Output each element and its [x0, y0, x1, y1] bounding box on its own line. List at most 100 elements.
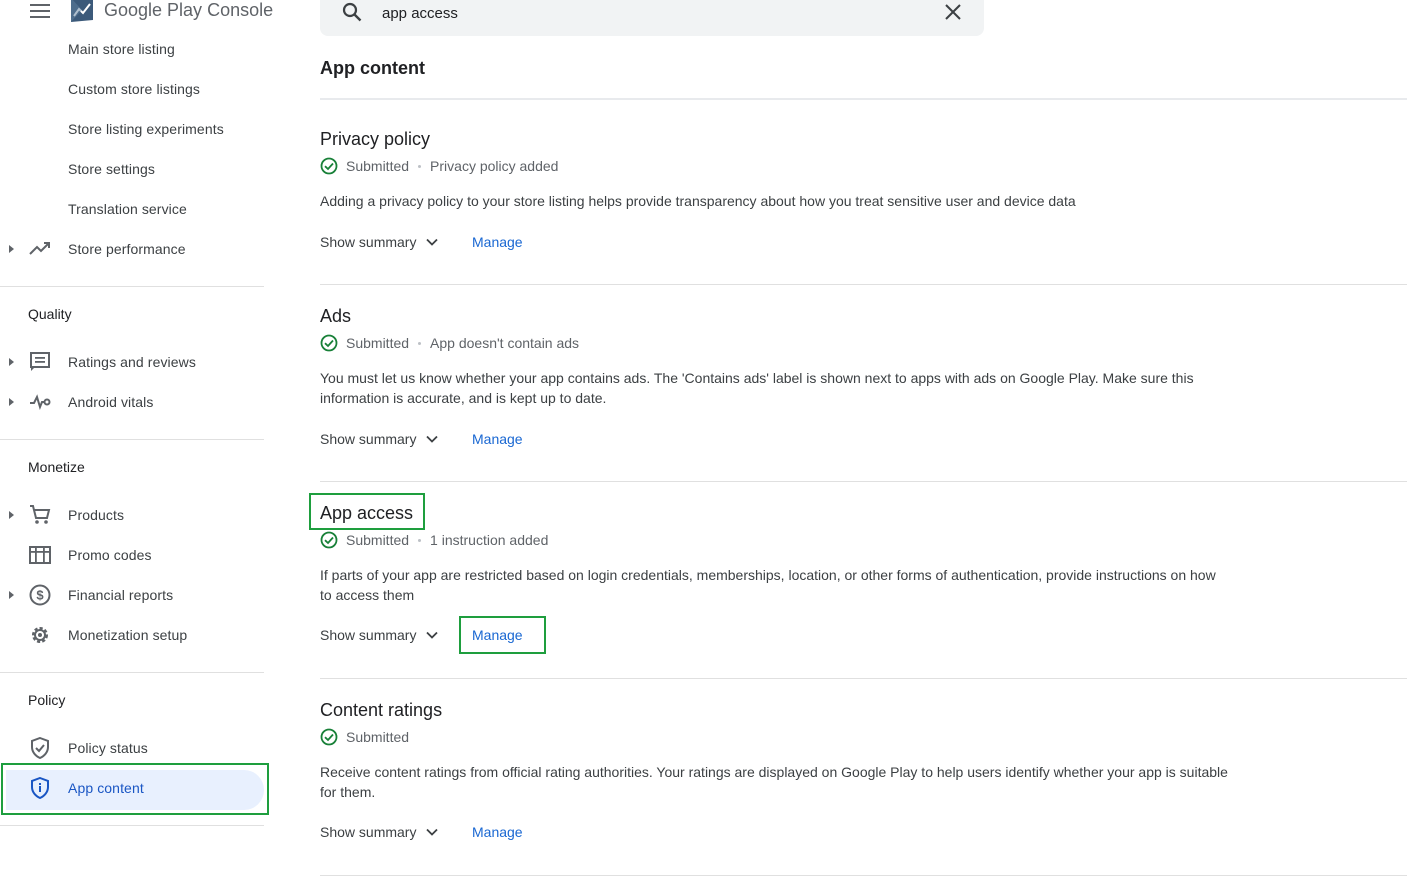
check-circle-icon [320, 728, 338, 746]
trending-up-icon [28, 237, 52, 261]
expand-caret-icon[interactable] [9, 358, 14, 366]
sidebar-item-label: Financial reports [68, 587, 174, 603]
sidebar-divider [0, 286, 264, 287]
card-description: You must let us know whether your app co… [320, 370, 1194, 406]
sidebar-item-financial-reports[interactable]: $ Financial reports [0, 575, 264, 615]
chevron-down-icon [426, 435, 439, 443]
close-icon[interactable] [944, 3, 962, 21]
title-divider [320, 98, 1407, 100]
section-title-policy: Policy [28, 692, 66, 708]
cart-icon [28, 503, 52, 527]
chevron-down-icon [426, 631, 439, 639]
status-line: Submitted App doesn't contain ads [320, 334, 579, 352]
google-play-console-logo-icon[interactable] [68, 0, 96, 24]
play-console-app: Google Play Console Main store listing C… [0, 0, 1407, 891]
status-line: Submitted [320, 728, 409, 746]
sidebar-item-monetization-setup[interactable]: Monetization setup [0, 615, 264, 655]
sidebar-item-label: Custom store listings [68, 81, 201, 97]
status-line: Submitted Privacy policy added [320, 157, 558, 175]
expand-caret-icon[interactable] [9, 398, 14, 406]
hamburger-menu-icon[interactable] [30, 4, 50, 18]
show-summary-toggle[interactable]: Show summary [320, 431, 440, 447]
sidebar-item-label: Monetization setup [68, 627, 188, 643]
card-actions: Show summary Manage [320, 232, 523, 252]
reviews-icon [28, 350, 52, 374]
vitals-icon [28, 390, 52, 414]
sidebar-item-ratings-and-reviews[interactable]: Ratings and reviews [0, 342, 264, 382]
page-title: App content [320, 58, 425, 78]
status-detail: App doesn't contain ads [430, 335, 580, 351]
sidebar-item-label: Ratings and reviews [68, 354, 196, 370]
expand-caret-icon[interactable] [9, 511, 14, 519]
separator-dot [418, 341, 422, 345]
show-summary-label: Show summary [320, 431, 417, 447]
card-actions: Show summary Manage [320, 625, 523, 645]
sidebar-item-label: Store settings [68, 161, 155, 177]
section-title-quality: Quality [28, 306, 72, 322]
sidebar-divider [0, 825, 264, 826]
check-circle-icon [320, 157, 338, 175]
expand-caret-icon[interactable] [9, 245, 14, 253]
sidebar-item-label: Promo codes [68, 547, 152, 563]
manage-link[interactable]: Manage [472, 431, 523, 447]
section-title-monetize: Monetize [28, 459, 85, 475]
gear-icon [28, 623, 52, 647]
sidebar-item-store-performance[interactable]: Store performance [0, 229, 264, 269]
highlight-box-app-access-manage [459, 616, 546, 654]
sidebar: Google Play Console Main store listing C… [0, 0, 273, 891]
highlight-box-app-content [1, 763, 269, 815]
sidebar-divider [0, 672, 264, 673]
sidebar-header: Google Play Console [0, 0, 273, 24]
card-title: Privacy policy [320, 129, 431, 149]
show-summary-label: Show summary [320, 234, 417, 250]
manage-link[interactable]: Manage [472, 234, 523, 250]
card-divider [320, 481, 1407, 482]
search-input[interactable] [382, 2, 922, 24]
card-divider [320, 678, 1407, 679]
status-badge: Submitted [346, 335, 410, 351]
sidebar-item-translation-service[interactable]: Translation service [0, 189, 264, 229]
expand-caret-icon[interactable] [9, 591, 14, 599]
status-badge: Submitted [346, 158, 410, 174]
check-circle-icon [320, 531, 338, 549]
separator-dot [418, 164, 422, 168]
sidebar-item-label: Store listing experiments [68, 121, 224, 137]
sidebar-item-label: Translation service [68, 201, 187, 217]
svg-text:$: $ [36, 588, 44, 603]
sidebar-divider [0, 439, 264, 440]
logo-product: Console [207, 0, 274, 20]
sidebar-item-store-settings[interactable]: Store settings [0, 149, 264, 189]
sidebar-item-android-vitals[interactable]: Android vitals [0, 382, 264, 422]
status-badge: Submitted [346, 729, 410, 745]
search-icon [342, 2, 362, 22]
card-title: Ads [320, 306, 352, 326]
sidebar-item-label: Android vitals [68, 394, 154, 410]
sidebar-item-products[interactable]: Products [0, 495, 264, 535]
promo-icon [28, 543, 52, 567]
check-circle-icon [320, 334, 338, 352]
card-divider [320, 875, 1407, 876]
show-summary-label: Show summary [320, 627, 417, 643]
separator-dot [418, 538, 422, 542]
sidebar-item-store-listing-experiments[interactable]: Store listing experiments [0, 109, 264, 149]
show-summary-toggle[interactable]: Show summary [320, 824, 440, 840]
sidebar-item-policy-status[interactable]: Policy status [0, 728, 264, 768]
highlight-box-app-access-title [309, 493, 425, 530]
show-summary-toggle[interactable]: Show summary [320, 234, 440, 250]
sidebar-item-custom-store-listings[interactable]: Custom store listings [0, 69, 264, 109]
dollar-icon: $ [28, 583, 52, 607]
logo-text[interactable]: Google Play Console [104, 0, 273, 21]
card-title: Content ratings [320, 700, 443, 720]
card-divider [320, 284, 1407, 285]
sidebar-item-label: Products [68, 507, 125, 523]
status-line: Submitted 1 instruction added [320, 531, 548, 549]
search-bar[interactable] [320, 0, 984, 36]
sidebar-item-promo-codes[interactable]: Promo codes [0, 535, 264, 575]
sidebar-item-label: Store performance [68, 241, 186, 257]
status-detail: Privacy policy added [430, 158, 559, 174]
manage-link[interactable]: Manage [472, 824, 523, 840]
show-summary-toggle[interactable]: Show summary [320, 627, 440, 643]
chevron-down-icon [426, 828, 439, 836]
logo-brand: Google Play [104, 0, 203, 20]
sidebar-item-main-store-listing[interactable]: Main store listing [0, 29, 264, 69]
